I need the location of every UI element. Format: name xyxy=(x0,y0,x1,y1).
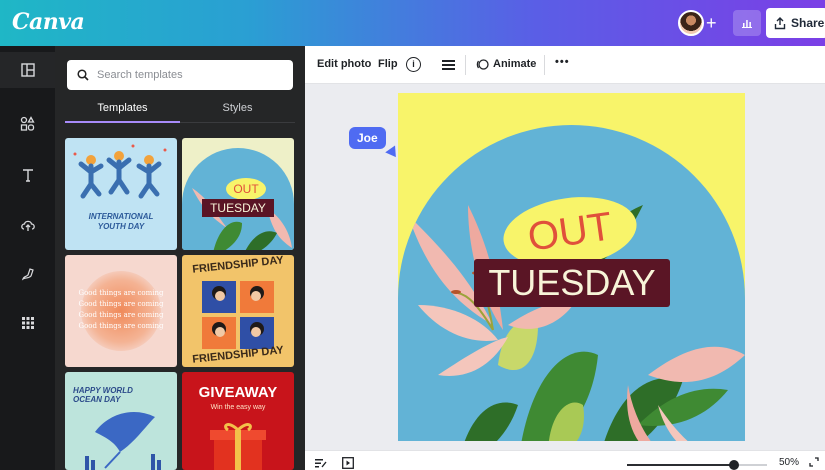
info-button[interactable]: i xyxy=(406,57,421,72)
animate-icon xyxy=(476,59,489,70)
line-spacing-icon[interactable] xyxy=(442,59,455,71)
more-options-button[interactable]: ••• xyxy=(555,56,570,68)
template-line: YOUTH DAY xyxy=(97,222,145,231)
elements-tab[interactable] xyxy=(0,105,55,141)
bottom-bar: 50% xyxy=(305,450,825,470)
share-label: Share xyxy=(791,16,825,30)
bar-chart-icon xyxy=(742,20,752,28)
collaborator-cursor-label: Joe xyxy=(349,127,386,149)
apps-tab[interactable] xyxy=(0,305,55,341)
tuesday-text[interactable]: TUESDAY xyxy=(474,259,670,307)
manta-ray-illustration xyxy=(85,412,161,470)
insights-button[interactable] xyxy=(733,10,761,36)
search-input[interactable] xyxy=(97,69,277,81)
template-thumbnail[interactable]: FRIENDSHIP DAY FRIENDSHIP DAY xyxy=(182,255,294,367)
invite-plus-button[interactable]: + xyxy=(706,12,717,34)
flip-button[interactable]: Flip xyxy=(378,58,398,70)
left-rail xyxy=(0,46,55,470)
draw-tab[interactable] xyxy=(0,256,55,292)
uploads-tab[interactable] xyxy=(0,207,55,243)
template-line: Good things are coming xyxy=(78,289,164,297)
canva-editor: Canva + Share Search templates Templates… xyxy=(0,0,825,470)
template-line: TUESDAY xyxy=(202,199,274,217)
present-icon[interactable] xyxy=(342,457,354,469)
search-icon xyxy=(77,69,89,81)
top-bar: Canva + Share xyxy=(0,0,825,46)
text-tab[interactable] xyxy=(0,157,55,193)
zoom-slider-handle[interactable] xyxy=(729,460,739,470)
template-thumbnail[interactable]: Good things are coming Good things are c… xyxy=(65,255,177,367)
tab-styles[interactable]: Styles xyxy=(180,102,295,124)
gift-box-illustration xyxy=(210,423,266,470)
template-line: Good things are coming xyxy=(78,300,164,308)
fullscreen-icon[interactable] xyxy=(809,457,819,467)
zoom-level[interactable]: 50% xyxy=(779,457,799,468)
template-thumbnail[interactable]: INTERNATIONAL YOUTH DAY xyxy=(65,138,177,250)
uploads-icon xyxy=(20,220,35,231)
template-line: Good things are coming xyxy=(78,322,164,330)
elements-icon xyxy=(20,115,35,131)
search-box[interactable] xyxy=(67,60,293,90)
toolbar-divider xyxy=(465,55,466,75)
apps-icon xyxy=(21,317,34,329)
zoom-slider-fill xyxy=(627,464,734,466)
context-toolbar: Edit photo Flip i Animate ••• xyxy=(305,46,825,84)
active-tab-indicator xyxy=(65,121,180,123)
notes-icon[interactable] xyxy=(315,458,327,468)
edit-photo-button[interactable]: Edit photo xyxy=(317,58,371,70)
templates-panel: Templates Styles INTERNATIONAL YOUTH DAY xyxy=(55,46,305,470)
template-line: INTERNATIONAL xyxy=(88,212,154,221)
template-thumbnail[interactable]: OUT TUESDAY xyxy=(182,138,294,250)
jumping-people-illustration xyxy=(73,144,167,199)
template-line: OUT xyxy=(226,178,266,200)
share-button[interactable]: Share xyxy=(766,8,825,38)
animate-button[interactable]: Animate xyxy=(493,58,536,70)
toolbar-divider xyxy=(544,55,545,75)
zoom-slider[interactable] xyxy=(627,460,767,470)
draw-icon xyxy=(21,268,34,281)
template-line: Good things are coming xyxy=(78,311,164,319)
canva-logo[interactable]: Canva xyxy=(12,9,85,35)
text-icon xyxy=(22,169,33,182)
template-thumbnail[interactable]: HAPPY WORLD OCEAN DAY xyxy=(65,372,177,470)
upload-icon xyxy=(774,16,786,29)
design-page[interactable]: OUT TUESDAY xyxy=(398,93,745,441)
design-icon xyxy=(20,63,35,77)
user-avatar[interactable] xyxy=(678,10,704,36)
panel-tabs: Templates Styles xyxy=(65,102,295,124)
template-thumbnail[interactable]: GIVEAWAY Win the easy way xyxy=(182,372,294,470)
design-tab[interactable] xyxy=(0,52,55,88)
